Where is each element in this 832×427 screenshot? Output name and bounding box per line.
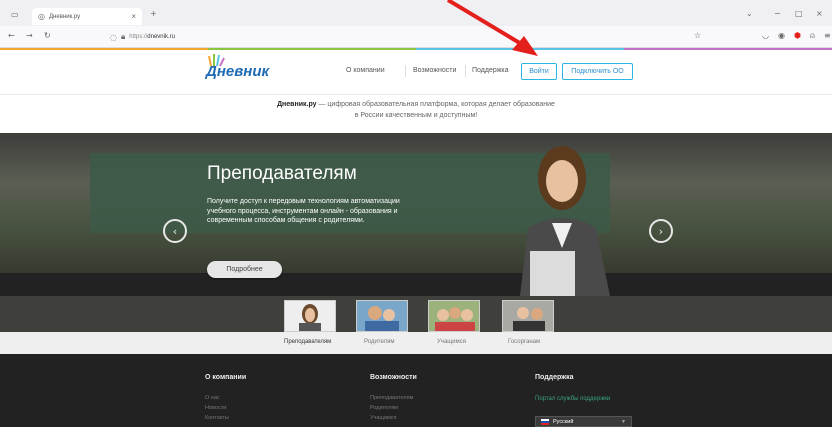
nav-separator [465,65,466,77]
bookmark-star-icon[interactable]: ☆ [694,31,701,40]
caption-parents[interactable]: Родителям [364,339,395,345]
extension-icon[interactable]: ◉ [778,31,785,40]
address-bar[interactable]: ◌ 🔒︎ https://dnevnik.ru [110,30,710,44]
browser-nav-bar: ← → ↻ ◌ 🔒︎ https://dnevnik.ru ☆ ◡ ◉ ⬢ ⍝ … [0,26,832,48]
thumbnail-captions [0,332,832,354]
caption-government[interactable]: Госорганам [508,339,540,345]
caption-teachers[interactable]: Преподавателям [284,339,331,345]
browser-tab[interactable]: ◎ Дневник.ру × [32,8,142,25]
favicon-icon: ◎ [38,12,45,21]
carousel-next-icon[interactable]: › [649,219,673,243]
footer-link[interactable]: Преподавателям [370,395,413,401]
site-footer [0,354,832,427]
footer-link[interactable]: Учащимся [370,415,397,421]
ublock-icon[interactable]: ⬢ [794,31,801,40]
teacher-photo [520,146,610,296]
pocket-icon[interactable]: ◡ [762,31,769,40]
thumb-parents[interactable] [356,300,408,332]
tagline-line2: в России качественным и доступным! [354,112,478,119]
caption-students[interactable]: Учащимся [437,339,466,345]
tab-list-icon[interactable]: ▭ [11,10,19,19]
menu-icon[interactable]: ≡ [824,31,831,40]
more-button[interactable]: Подробнее [207,261,282,278]
thumbnail-strip [0,296,832,332]
minimize-icon[interactable]: − [774,9,781,18]
tagline-brand: Дневник.ру [277,101,317,108]
footer-link[interactable]: Родителям [370,405,398,411]
language-select[interactable]: Русский ▼ [535,416,632,427]
support-portal-link[interactable]: Портал службы поддержки [535,396,610,402]
footer-link[interactable]: О нас [205,395,220,401]
thumb-teachers[interactable] [284,300,336,332]
nav-separator [405,65,406,77]
hero-description: Получите доступ к передовым технологиям … [207,198,400,224]
window-close-icon[interactable]: × [816,9,823,18]
connect-school-button[interactable]: Подключить ОО [562,63,633,80]
login-button[interactable]: Войти [521,63,557,80]
chevron-down-icon[interactable]: ⌄ [746,9,753,18]
account-icon[interactable]: ⍝ [810,31,815,41]
url-prefix: https:// [129,34,148,40]
nav-about[interactable]: О компании [346,67,385,74]
new-tab-icon[interactable]: + [150,9,157,18]
shield-icon: ◌ [110,32,117,42]
footer-about-title: О компании [205,374,247,381]
russian-flag-icon [541,418,549,425]
nav-support[interactable]: Поддержка [472,67,509,74]
dropdown-caret-icon: ▼ [621,418,626,425]
lock-icon: 🔒︎ [120,32,126,41]
url-host: dnevnik.ru [147,34,175,40]
tagline-line1: Дневник.ру — цифровая образовательная пл… [0,101,832,108]
footer-support-title: Поддержка [535,374,574,381]
nav-features[interactable]: Возможности [413,67,456,74]
tab-close-icon[interactable]: × [131,12,136,21]
forward-icon[interactable]: → [26,31,33,40]
language-label: Русский [553,418,574,425]
maximize-icon[interactable]: □ [795,9,803,18]
reload-icon[interactable]: ↻ [44,31,51,40]
thumb-students[interactable] [428,300,480,332]
footer-link[interactable]: Контакты [205,415,229,421]
back-icon[interactable]: ← [8,31,15,40]
site-logo[interactable]: Дневник [206,63,269,80]
carousel-prev-icon[interactable]: ‹ [163,219,187,243]
footer-features-title: Возможности [370,374,417,381]
thumb-government[interactable] [502,300,554,332]
tagline-text: — цифровая образовательная платформа, ко… [316,101,555,108]
desk-shadow [0,273,832,296]
hero-title: Преподавателям [207,163,357,184]
tab-title: Дневник.ру [48,13,81,20]
footer-link[interactable]: Новости [205,405,226,411]
